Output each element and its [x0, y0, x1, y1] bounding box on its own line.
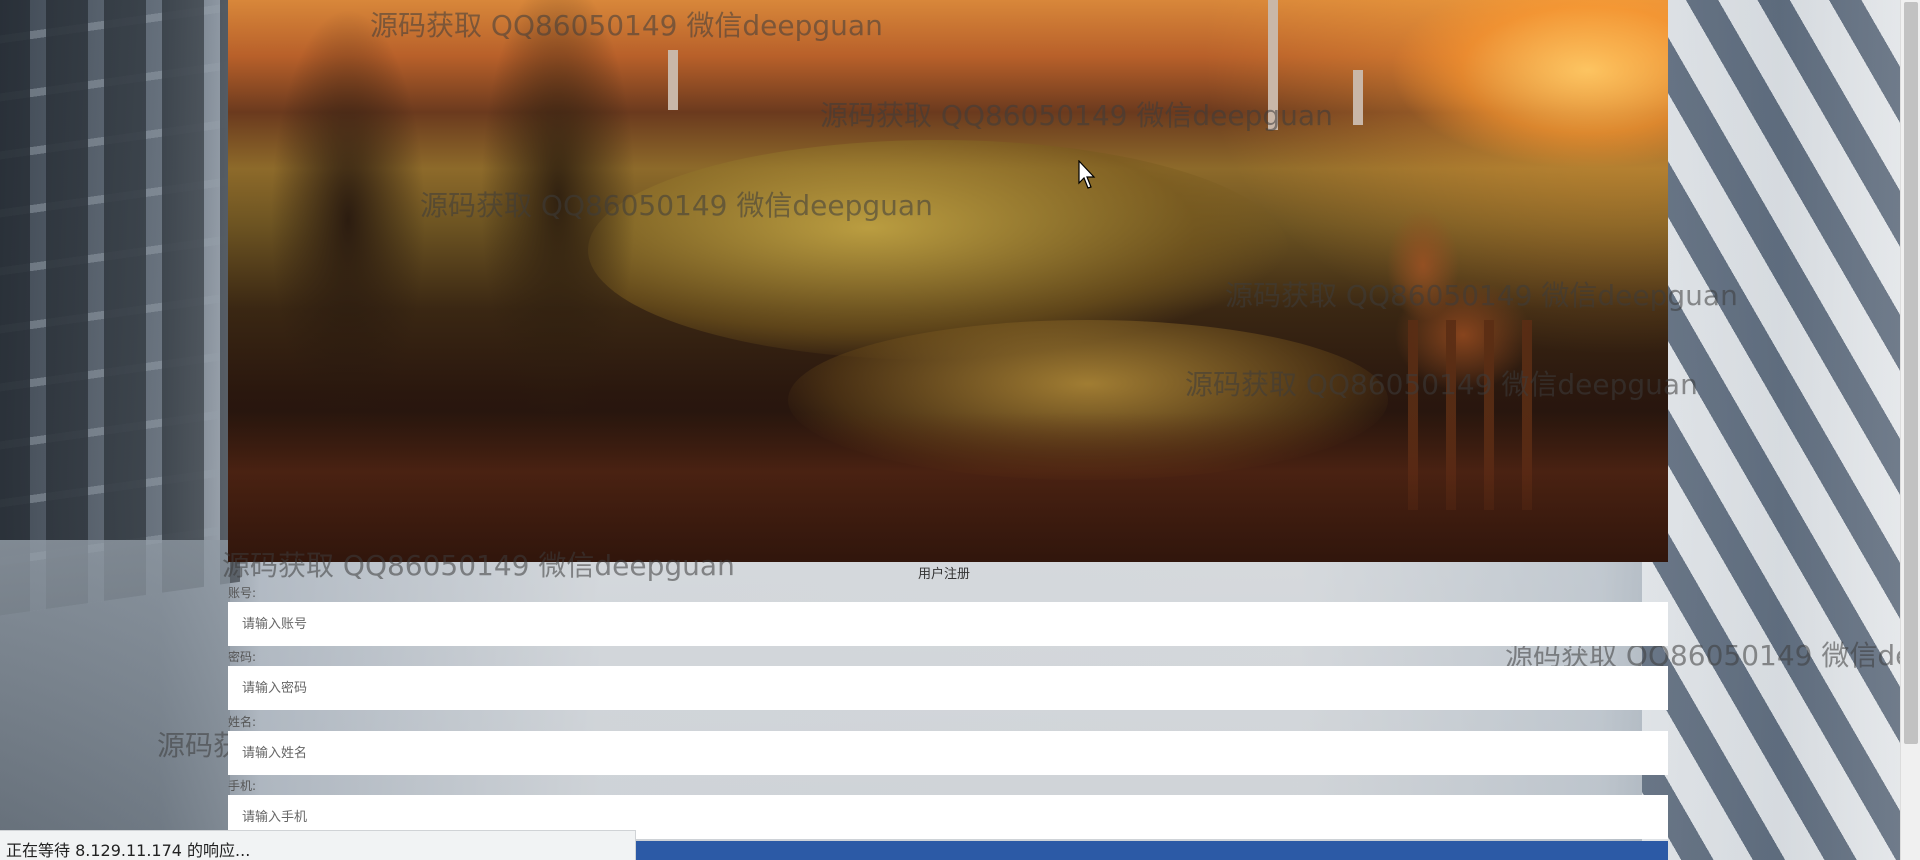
submit-button-partial[interactable] [636, 841, 1668, 860]
mouse-cursor-icon [1078, 160, 1096, 189]
browser-status-bar: 正在等待 8.129.11.174 的响应... [0, 830, 636, 860]
name-input[interactable] [228, 731, 1668, 775]
chimney [668, 50, 678, 110]
vertical-scrollbar[interactable] [1900, 0, 1920, 860]
chimney [1353, 70, 1363, 125]
hero-banner-image [228, 0, 1668, 562]
phone-label: 手机: [228, 779, 257, 793]
password-input[interactable] [228, 666, 1668, 710]
password-label: 密码: [228, 650, 257, 664]
name-label: 姓名: [228, 715, 257, 729]
laptop-keyboard-background [0, 0, 240, 619]
page-background: 源码获取 QQ86050149 微信deepguan 源码获取 QQ860501… [0, 0, 1920, 860]
striped-cloth-background [1642, 0, 1902, 860]
scrollbar-thumb[interactable] [1904, 2, 1918, 744]
laptop-body-background [0, 540, 230, 860]
account-label: 账号: [228, 586, 257, 600]
form-title: 用户注册 [918, 567, 971, 582]
account-input[interactable] [228, 602, 1668, 646]
chimney [1268, 0, 1278, 130]
